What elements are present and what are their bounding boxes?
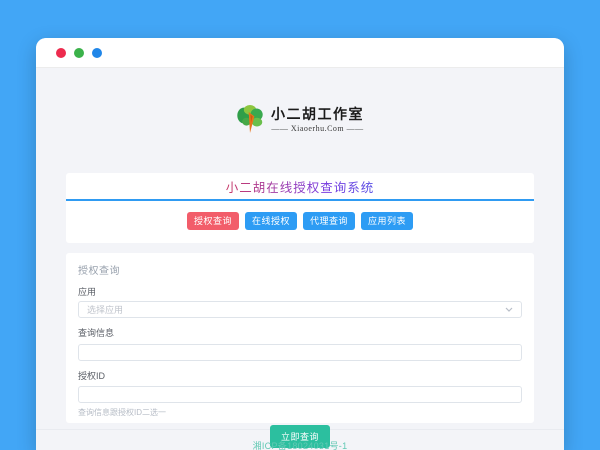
title-panel: 小二胡在线授权查询系统 授权查询 在线授权 代理查询 应用列表 [66,173,534,243]
browser-window: 小二胡工作室 —— Xiaoerhu.Com —— 小二胡在线授权查询系统 授权… [36,38,564,450]
query-info-field-label: 查询信息 [78,328,115,338]
logo-text: 小二胡工作室 —— Xiaoerhu.Com —— [271,106,364,133]
nav-button-auth-query[interactable]: 授权查询 [186,212,239,230]
auth-id-input[interactable] [78,386,522,403]
tree-logo-icon [236,104,264,134]
nav-button-agent-query[interactable]: 代理查询 [303,212,356,230]
window-maximize-button[interactable] [92,47,102,58]
query-info-input[interactable] [78,343,522,361]
app-select-placeholder: 选择应用 [87,305,124,315]
site-logo: 小二胡工作室 —— Xiaoerhu.Com —— [36,104,564,134]
desktop-background: 小二胡工作室 —— Xiaoerhu.Com —— 小二胡在线授权查询系统 授权… [0,0,600,450]
app-field-label: 应用 [78,287,97,297]
logo-subtitle: —— Xiaoerhu.Com —— [271,123,364,133]
form-hint-text: 查询信息跟授权ID二选一 [78,408,166,417]
auth-query-form-panel: 授权查询 应用 选择应用 查询信息 授权ID 查询信息跟授权ID二选一 立即查询 [66,253,534,448]
window-close-button[interactable] [56,47,66,58]
window-titlebar [36,38,564,68]
logo-title: 小二胡工作室 [271,105,364,122]
page-title: 小二胡在线授权查询系统 [66,173,534,201]
auth-id-field-label: 授权ID [78,370,106,381]
window-minimize-button[interactable] [74,47,84,58]
nav-button-app-list[interactable]: 应用列表 [361,212,414,230]
nav-button-online-auth[interactable]: 在线授权 [244,212,297,230]
nav-buttons: 授权查询 在线授权 代理查询 应用列表 [66,201,534,243]
chevron-down-icon [505,307,513,312]
form-section-title: 授权查询 [78,266,120,277]
app-select[interactable]: 选择应用 [78,301,522,318]
